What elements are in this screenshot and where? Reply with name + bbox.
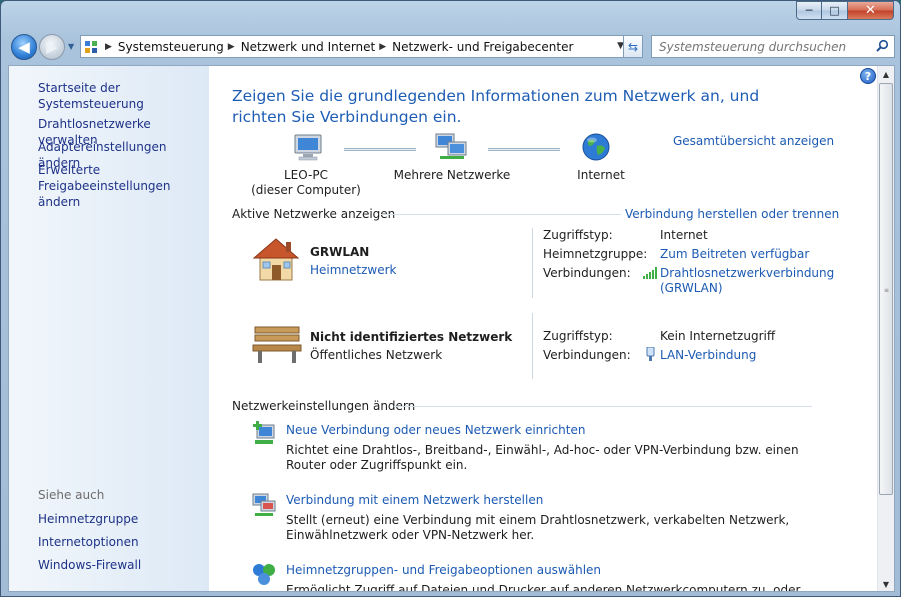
see-also-heading: Siehe auch bbox=[38, 488, 105, 502]
chevron-right-icon[interactable]: ▶ bbox=[228, 42, 235, 52]
history-dropdown-icon[interactable]: ▼ bbox=[68, 42, 77, 51]
search-box bbox=[651, 35, 895, 58]
house-icon bbox=[252, 238, 300, 281]
forward-button[interactable]: ▶ bbox=[39, 34, 65, 60]
connect-network-icon bbox=[252, 493, 276, 516]
map-node-internet[interactable]: Internet bbox=[561, 168, 641, 183]
change-settings-heading: Netzwerkeinstellungen ändern bbox=[232, 399, 416, 413]
wireless-connection-name: Drahtlosnetzwerkverbindung bbox=[660, 266, 835, 280]
breadcrumb: ▶ Systemsteuerung ▶ Netzwerk und Interne… bbox=[101, 40, 573, 54]
access-type-label: Zugriffstyp: bbox=[543, 329, 613, 343]
page-title: Zeigen Sie die grundlegenden Information… bbox=[232, 87, 760, 126]
section-divider bbox=[381, 214, 621, 215]
scroll-thumb[interactable]: ≡ bbox=[879, 83, 893, 495]
homegroup-join-link[interactable]: Zum Beitreten verfügbar bbox=[660, 247, 809, 262]
refresh-icon: ⇆ bbox=[627, 39, 639, 54]
map-node-multiple-networks[interactable]: Mehrere Netzwerke bbox=[392, 168, 512, 183]
vertical-scrollbar[interactable]: ▲ ≡ ▼ bbox=[877, 66, 894, 591]
task-new-connection-desc: Richtet eine Drahtlos-, Breitband-, Einw… bbox=[286, 443, 799, 472]
content-area: Startseite der Systemsteuerung Drahtlosn… bbox=[8, 65, 895, 592]
scroll-up-arrow-icon[interactable]: ▲ bbox=[878, 66, 894, 83]
back-button[interactable]: ◀ bbox=[11, 34, 37, 60]
task-connect-desc: Stellt (erneut) eine Verbindung mit eine… bbox=[286, 513, 790, 542]
park-bench-icon bbox=[252, 326, 302, 363]
breadcrumb-item-systemsteuerung[interactable]: Systemsteuerung bbox=[118, 40, 224, 54]
refresh-button[interactable]: ⇆ bbox=[623, 35, 643, 58]
breadcrumb-item-freigabecenter[interactable]: Netzwerk- und Freigabecenter bbox=[392, 40, 573, 54]
chevron-right-icon[interactable]: ▶ bbox=[105, 42, 112, 52]
connections-label: Verbindungen: bbox=[543, 348, 631, 362]
sidebar-item-firewall[interactable]: Windows-Firewall bbox=[38, 557, 141, 573]
arrow-right-icon: ▶ bbox=[46, 38, 58, 56]
map-link-line bbox=[488, 148, 560, 151]
control-panel-icon bbox=[81, 36, 101, 57]
network-name-grwlan: GRWLAN bbox=[310, 245, 370, 259]
task-homegroup-desc: Ermöglicht Zugriff auf Dateien und Druck… bbox=[286, 583, 801, 592]
multiple-networks-icon bbox=[435, 133, 467, 159]
section-divider bbox=[394, 406, 812, 407]
connect-disconnect-link[interactable]: Verbindung herstellen oder trennen bbox=[625, 207, 839, 221]
address-bar[interactable]: ▶ Systemsteuerung ▶ Netzwerk und Interne… bbox=[80, 35, 643, 58]
search-icon[interactable] bbox=[875, 39, 890, 54]
arrow-left-icon: ◀ bbox=[18, 38, 30, 56]
computer-subtitle: (dieser Computer) bbox=[251, 183, 361, 197]
task-new-connection-link[interactable]: Neue Verbindung oder neues Netzwerk einr… bbox=[286, 423, 585, 437]
vertical-divider bbox=[532, 228, 533, 298]
globe-icon bbox=[582, 133, 610, 161]
close-button[interactable]: ✕ bbox=[848, 1, 894, 20]
breadcrumb-item-netzwerk-internet[interactable]: Netzwerk und Internet bbox=[241, 40, 376, 54]
access-type-value: Kein Internetzugriff bbox=[660, 329, 776, 343]
wifi-signal-icon bbox=[643, 267, 657, 279]
lan-connection-link[interactable]: LAN-Verbindung bbox=[660, 348, 756, 363]
network-type-public: Öffentliches Netzwerk bbox=[310, 348, 443, 362]
sidebar-item-internet-options[interactable]: Internetoptionen bbox=[38, 534, 139, 550]
sidebar: Startseite der Systemsteuerung Drahtlosn… bbox=[9, 66, 209, 591]
computer-icon bbox=[294, 134, 322, 161]
full-map-link[interactable]: Gesamtübersicht anzeigen bbox=[673, 134, 834, 148]
network-name-unidentified: Nicht identifiziertes Netzwerk bbox=[310, 330, 513, 344]
vertical-divider bbox=[532, 313, 533, 379]
window-frame: ─ □ ✕ ◀ ▶ ▼ ▶ Systemsteuerung ▶ Netzwerk… bbox=[0, 0, 901, 597]
connections-label: Verbindungen: bbox=[543, 266, 631, 280]
homegroup-label: Heimnetzgruppe: bbox=[543, 247, 648, 261]
access-type-label: Zugriffstyp: bbox=[543, 228, 613, 242]
active-networks-heading: Aktive Netzwerke anzeigen bbox=[232, 207, 396, 221]
maximize-button[interactable]: □ bbox=[822, 1, 848, 20]
new-connection-icon bbox=[253, 421, 275, 444]
task-connect-link[interactable]: Verbindung mit einem Netzwerk herstellen bbox=[286, 493, 543, 507]
access-type-value: Internet bbox=[660, 228, 708, 242]
main-panel: ? Zeigen Sie die grundlegenden Informati… bbox=[209, 66, 877, 591]
sidebar-home-link[interactable]: Startseite der Systemsteuerung bbox=[38, 80, 209, 112]
chevron-right-icon[interactable]: ▶ bbox=[379, 42, 386, 52]
ethernet-plug-icon bbox=[646, 347, 655, 361]
sidebar-item-homegroup[interactable]: Heimnetzgruppe bbox=[38, 511, 138, 527]
map-node-computer[interactable]: LEO-PC (dieser Computer) bbox=[251, 168, 361, 198]
scroll-down-arrow-icon[interactable]: ▼ bbox=[878, 576, 894, 591]
map-link-line bbox=[344, 148, 416, 151]
network-type-link[interactable]: Heimnetzwerk bbox=[310, 263, 397, 277]
search-input[interactable] bbox=[659, 39, 869, 54]
wireless-connection-ssid: (GRWLAN) bbox=[660, 281, 723, 295]
caption-buttons: ─ □ ✕ bbox=[796, 1, 894, 20]
grip-icon: ≡ bbox=[884, 287, 890, 294]
navigation-bar: ◀ ▶ ▼ ▶ Systemsteuerung ▶ Netzwerk und I… bbox=[8, 31, 895, 61]
help-icon[interactable]: ? bbox=[860, 68, 876, 84]
wireless-connection-link[interactable]: Drahtlosnetzwerkverbindung (GRWLAN) bbox=[660, 266, 834, 296]
homegroup-sharing-icon bbox=[253, 564, 275, 585]
sidebar-item-sharing[interactable]: Erweiterte Freigabeeinstellungen ändern bbox=[38, 162, 208, 210]
task-homegroup-link[interactable]: Heimnetzgruppen- und Freigabeoptionen au… bbox=[286, 563, 601, 577]
computer-name: LEO-PC bbox=[284, 168, 328, 182]
minimize-button[interactable]: ─ bbox=[796, 1, 822, 20]
